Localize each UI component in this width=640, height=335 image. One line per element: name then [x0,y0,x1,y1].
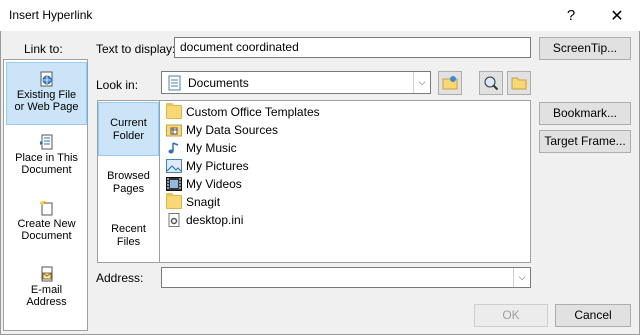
list-item[interactable]: desktop.ini [166,211,243,229]
list-item[interactable]: My Music [166,139,237,157]
file-name: My Data Sources [186,123,279,137]
file-name: Snagit [186,195,221,209]
folder-icon [166,193,182,209]
pictures-folder-icon [166,159,182,173]
look-in-select[interactable]: Documents ⌵ [161,71,431,94]
chevron-down-icon[interactable]: ⌵ [413,72,430,93]
look-in-value: Documents [188,76,249,90]
tab-browsed-line1: Browsed [107,170,150,182]
videos-folder-icon [166,177,182,191]
data-sources-folder-icon [166,123,182,137]
tab-recent-files[interactable]: Recent Files [98,209,159,263]
address-input[interactable]: ⌵ [161,267,531,288]
file-name: Custom Office Templates [186,105,320,119]
screentip-button[interactable]: ScreenTip... [539,37,631,60]
title-bar: Insert Hyperlink ? ✕ [0,0,640,31]
chevron-down-icon[interactable]: ⌵ [513,268,530,287]
folder-icon [166,103,182,119]
browse-web-button[interactable] [438,71,462,95]
address-label: Address: [96,271,144,285]
list-item[interactable]: My Pictures [166,157,249,175]
search-button[interactable] [479,71,503,95]
browse-file-button[interactable] [507,71,531,95]
link-place-line2: Document [21,164,72,176]
tab-current-line1: Current [110,117,147,129]
tab-current-line2: Folder [112,130,145,142]
file-name: desktop.ini [186,213,244,227]
close-button[interactable]: ✕ [594,0,640,31]
link-email-address[interactable]: E-mail Address [6,258,87,321]
help-button[interactable]: ? [548,0,594,31]
link-existing-line2: or Web Page [14,101,79,113]
new-document-icon [39,200,55,216]
tab-recent-line2: Files [116,236,141,248]
link-place-line1: Place in This [15,152,78,164]
link-existing-line1: Existing File [16,89,77,101]
tab-recent-line1: Recent [111,223,146,235]
look-in-label: Look in: [96,78,139,92]
tab-browsed-pages[interactable]: Browsed Pages [98,156,159,210]
text-to-display-input[interactable]: document coordinated [174,37,531,58]
link-existing-file[interactable]: Existing File or Web Page [6,62,87,125]
document-place-icon [39,134,55,150]
link-to-bar: Existing File or Web Page Place in This … [3,59,88,331]
file-name: My Videos [186,177,242,191]
link-email-line1: E-mail [30,284,63,296]
search-globe-icon [483,75,500,94]
link-place-in-document[interactable]: Place in This Document [6,126,87,189]
web-folder-icon [442,75,459,94]
cancel-button[interactable]: Cancel [555,304,631,327]
link-create-line1: Create New [17,218,76,230]
ok-button[interactable]: OK [474,304,548,327]
link-create-line2: Document [21,230,72,242]
tab-current-folder[interactable]: Current Folder [98,102,159,156]
file-name: My Pictures [186,159,249,173]
list-item[interactable]: My Data Sources [166,121,278,139]
bookmark-button[interactable]: Bookmark... [539,102,631,125]
list-item[interactable]: Custom Office Templates [166,103,320,121]
list-item[interactable]: Snagit [166,193,220,211]
target-frame-button[interactable]: Target Frame... [539,130,631,153]
email-icon [39,266,55,282]
list-item[interactable]: My Videos [166,175,242,193]
tab-browsed-line2: Pages [112,183,145,195]
text-to-display-label: Text to display: [96,42,176,56]
link-email-line2: Address [26,296,67,308]
documents-folder-icon [168,75,182,94]
browse-nav: Current Folder Browsed Pages Recent File… [97,100,160,263]
window-title: Insert Hyperlink [9,8,93,22]
link-to-label: Link to: [24,42,63,56]
file-name: My Music [186,141,237,155]
music-folder-icon [166,141,182,155]
settings-file-icon [166,213,182,227]
globe-file-icon [39,71,55,87]
file-list[interactable]: Custom Office Templates My Data Sources … [160,100,531,263]
link-create-new-document[interactable]: Create New Document [6,192,87,255]
open-folder-icon [511,76,528,93]
